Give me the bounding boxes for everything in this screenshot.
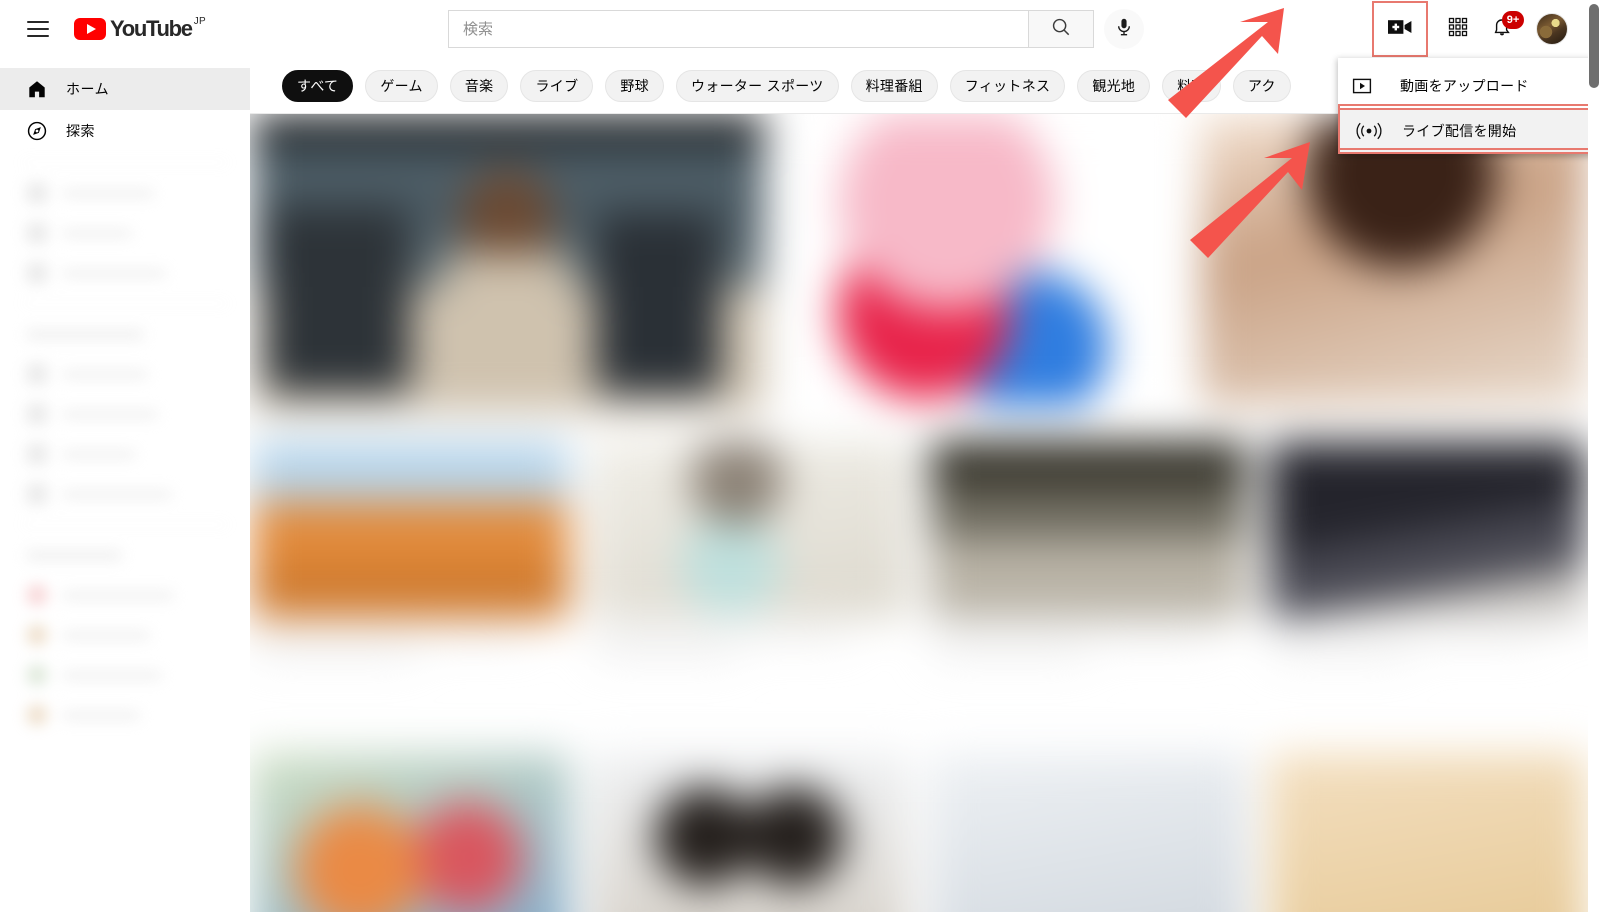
- notifications-button[interactable]: 9+: [1482, 9, 1524, 49]
- chip-label: すべて: [297, 77, 339, 94]
- menu-item-go-live[interactable]: ライブ配信を開始: [1338, 108, 1600, 154]
- search-button[interactable]: [1028, 10, 1094, 48]
- chip-label: ライブ: [535, 77, 579, 94]
- chip-label: ゲーム: [380, 77, 423, 94]
- chip-label: 料理: [1177, 77, 1206, 94]
- sidebar: ホーム 探索: [0, 58, 250, 912]
- avatar[interactable]: [1536, 13, 1568, 45]
- chip-label: 料理番組: [865, 77, 923, 94]
- home-icon: [26, 78, 66, 100]
- chip-water-sports[interactable]: ウォーター スポーツ: [675, 69, 839, 102]
- video-card[interactable]: [591, 753, 908, 912]
- video-card[interactable]: [1269, 753, 1586, 912]
- youtube-logo[interactable]: YouTube JP: [74, 16, 206, 42]
- sidebar-item-home[interactable]: ホーム: [0, 68, 250, 110]
- video-card[interactable]: [591, 441, 908, 674]
- youtube-country-code: JP: [193, 16, 206, 27]
- chip-label: フィットネス: [964, 77, 1051, 94]
- youtube-home-page: ホーム 探索 すべて ゲーム 音楽 ライブ 野球 ウォーター スポーツ 料理番組…: [0, 0, 1600, 912]
- video-card[interactable]: [930, 441, 1247, 674]
- menu-item-go-live-label: ライブ配信を開始: [1402, 123, 1517, 139]
- video-card[interactable]: [793, 114, 1178, 406]
- search-icon: [1050, 16, 1072, 43]
- sidebar-item-home-label: ホーム: [66, 81, 110, 97]
- upload-video-icon: [1352, 76, 1386, 96]
- page-scrollbar[interactable]: [1588, 0, 1600, 912]
- chip-label: アク: [1247, 77, 1276, 94]
- video-camera-plus-icon: [1387, 17, 1413, 42]
- chip-games[interactable]: ゲーム: [365, 69, 438, 102]
- chip-fitness[interactable]: フィットネス: [949, 69, 1066, 102]
- hamburger-icon[interactable]: [18, 9, 58, 49]
- masthead-right: 9+: [1372, 1, 1588, 57]
- create-dropdown-menu: 動画をアップロード ライブ配信を開始: [1338, 58, 1600, 154]
- voice-search-button[interactable]: [1104, 9, 1144, 49]
- apps-button[interactable]: [1438, 9, 1478, 49]
- chip-music[interactable]: 音楽: [449, 69, 509, 102]
- menu-item-upload-video[interactable]: 動画をアップロード: [1338, 64, 1600, 108]
- chip-sightseeing[interactable]: 観光地: [1077, 69, 1151, 102]
- notification-count-badge: 9+: [1502, 11, 1524, 29]
- video-feed: [250, 114, 1588, 912]
- chip-label: ウォーター スポーツ: [690, 77, 824, 94]
- search-area: [448, 9, 1144, 49]
- compass-icon: [26, 120, 66, 142]
- chip-label: 音楽: [464, 77, 494, 94]
- microphone-icon: [1113, 16, 1135, 43]
- chip-cooking-shows[interactable]: 料理番組: [850, 69, 938, 102]
- chip-live[interactable]: ライブ: [520, 69, 594, 102]
- masthead-left: YouTube JP: [0, 9, 250, 49]
- masthead-center: [250, 9, 1372, 49]
- sidebar-item-explore-label: 探索: [66, 123, 95, 139]
- video-thumbnail-subjects: [252, 140, 764, 412]
- chip-all[interactable]: すべて: [282, 69, 354, 102]
- sidebar-blurred-sections: [0, 162, 250, 735]
- create-button[interactable]: [1372, 1, 1428, 57]
- live-broadcast-icon: [1354, 121, 1388, 141]
- video-card[interactable]: [930, 753, 1247, 912]
- video-feed-blurred-thumbnails: [250, 114, 1588, 912]
- sidebar-item-explore[interactable]: 探索: [0, 110, 250, 152]
- video-card[interactable]: [1200, 114, 1586, 406]
- chip-cooking[interactable]: 料理: [1162, 69, 1221, 102]
- youtube-logo-text: YouTube: [110, 16, 193, 41]
- search-box: [448, 10, 1094, 48]
- chip-action[interactable]: アク: [1232, 69, 1291, 102]
- scrollbar-thumb[interactable]: [1589, 4, 1599, 88]
- chip-baseball[interactable]: 野球: [605, 69, 664, 102]
- menu-item-upload-video-label: 動画をアップロード: [1400, 78, 1529, 94]
- chip-label: 野球: [620, 77, 649, 94]
- video-card[interactable]: [1269, 441, 1586, 674]
- apps-grid-icon: [1448, 17, 1468, 42]
- search-input[interactable]: [448, 10, 1028, 48]
- youtube-play-icon: [74, 18, 106, 40]
- video-card[interactable]: [252, 753, 569, 912]
- chip-label: 観光地: [1092, 77, 1136, 94]
- masthead: YouTube JP 検索 9+: [0, 0, 1588, 58]
- video-card[interactable]: [252, 441, 569, 674]
